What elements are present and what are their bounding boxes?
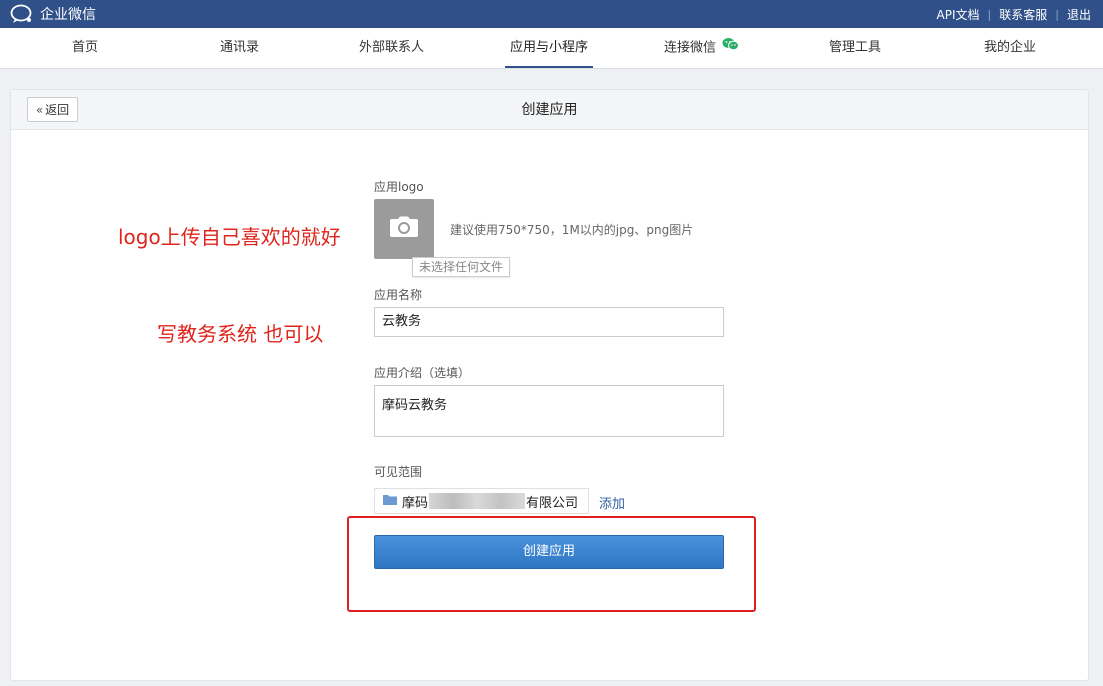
app-intro-label: 应用介绍（选填） bbox=[374, 366, 471, 380]
nav-admin-tools[interactable]: 管理工具 bbox=[829, 28, 881, 69]
nav-contacts[interactable]: 通讯录 bbox=[220, 28, 259, 69]
wecom-logo-icon bbox=[10, 4, 34, 24]
divider: | bbox=[1055, 7, 1059, 21]
nav-my-company[interactable]: 我的企业 bbox=[984, 28, 1036, 69]
nav-connect-wechat[interactable]: 连接微信 bbox=[664, 28, 740, 69]
panel-header: 创建应用 « 返回 bbox=[11, 90, 1088, 130]
name-annotation: 写教务系统 也可以 bbox=[157, 322, 324, 346]
divider: | bbox=[987, 7, 992, 21]
nav-home[interactable]: 首页 bbox=[72, 28, 98, 69]
scope-org-name-end: 有限公司 bbox=[526, 495, 579, 511]
logout-link[interactable]: 退出 bbox=[1067, 6, 1091, 23]
camera-icon bbox=[389, 216, 419, 242]
nav-apps[interactable]: 应用与小程序 bbox=[505, 28, 593, 69]
redacted-block bbox=[429, 493, 526, 509]
back-button[interactable]: « 返回 bbox=[27, 97, 78, 122]
add-scope-link[interactable]: 添加 bbox=[599, 493, 625, 512]
nav-connect-wechat-label: 连接微信 bbox=[664, 40, 717, 56]
double-chevron-left-icon: « bbox=[35, 102, 44, 117]
app-intro-textarea[interactable]: 摩码云教务 bbox=[374, 385, 724, 437]
nav-external-contacts[interactable]: 外部联系人 bbox=[359, 28, 424, 69]
folder-icon bbox=[383, 494, 397, 509]
app-logo[interactable]: 企业微信 bbox=[10, 3, 96, 25]
page-title: 创建应用 bbox=[521, 102, 578, 118]
top-bar: 企业微信 API文档 | 联系客服 | 退出 bbox=[0, 0, 1103, 28]
back-button-label: 返回 bbox=[45, 103, 70, 117]
app-title: 企业微信 bbox=[40, 7, 96, 23]
logo-annotation: logo上传自己喜欢的就好 bbox=[118, 225, 341, 249]
logo-label: 应用logo bbox=[374, 180, 424, 194]
wechat-icon bbox=[722, 28, 740, 68]
main-nav: 首页 通讯录 外部联系人 应用与小程序 连接微信 管理工具 我的企业 bbox=[0, 28, 1103, 69]
header-links: API文档 | 联系客服 | 退出 bbox=[937, 0, 1091, 28]
api-docs-link[interactable]: API文档 bbox=[937, 6, 980, 23]
app-name-label: 应用名称 bbox=[374, 288, 423, 302]
logo-hint: 建议使用750*750，1M以内的jpg、png图片 bbox=[450, 223, 694, 237]
app-name-input[interactable]: 云教务 bbox=[374, 307, 724, 337]
visible-scope-label: 可见范围 bbox=[374, 465, 423, 479]
logo-upload-button[interactable] bbox=[374, 199, 434, 259]
visible-scope-tag: 摩码 有限公司 bbox=[374, 488, 589, 514]
highlight-box bbox=[347, 516, 756, 612]
contact-support-link[interactable]: 联系客服 bbox=[999, 6, 1047, 23]
scope-org-name-start: 摩码 bbox=[402, 495, 429, 511]
file-tooltip: 未选择任何文件 bbox=[412, 257, 511, 277]
